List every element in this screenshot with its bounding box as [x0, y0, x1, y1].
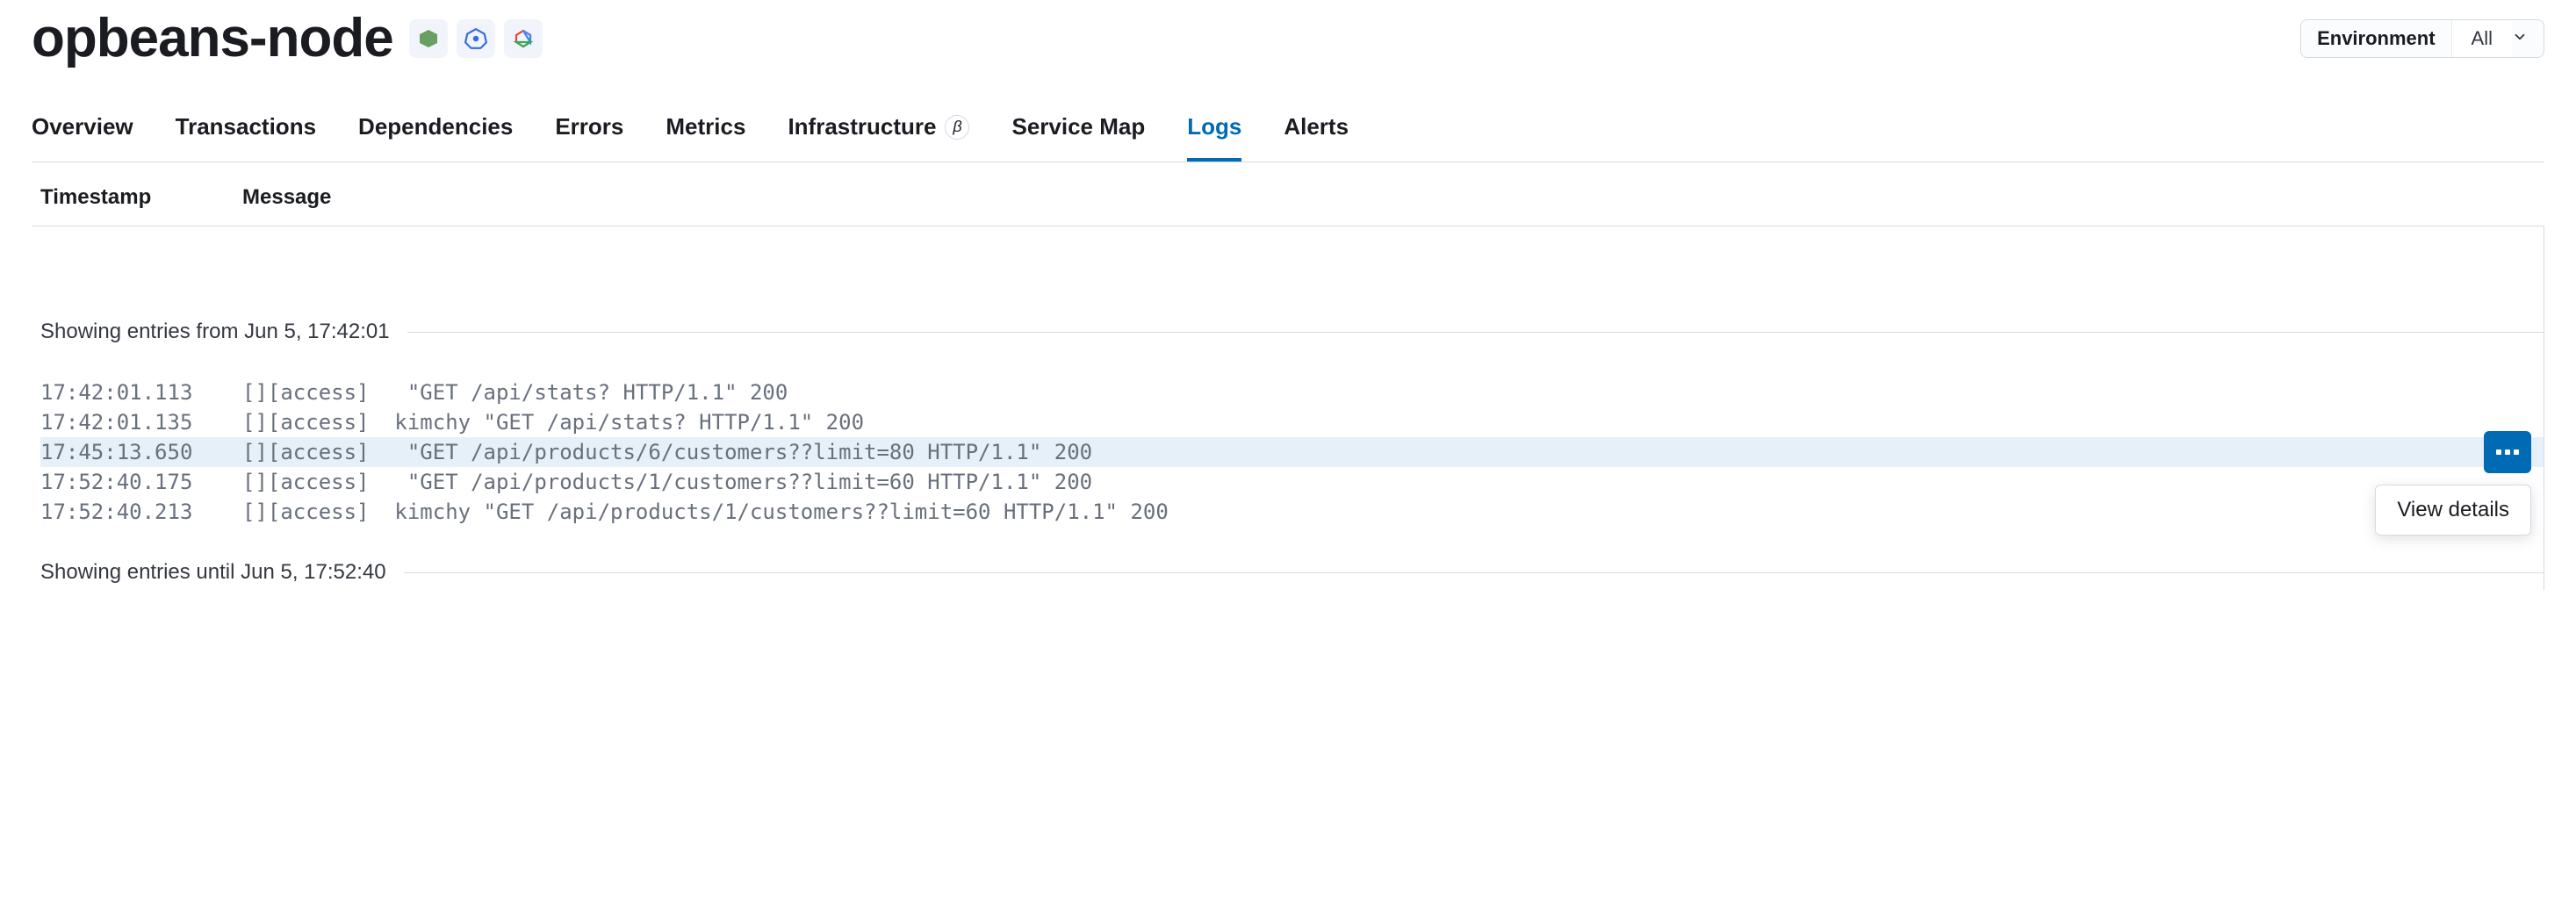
- gcp-icon: [504, 19, 543, 58]
- col-timestamp: Timestamp: [40, 185, 242, 210]
- log-timestamp: 17:42:01.113: [40, 380, 242, 405]
- tab-infrastructure[interactable]: Infrastructureβ: [788, 113, 969, 162]
- tab-errors[interactable]: Errors: [555, 113, 623, 162]
- col-message: Message: [242, 185, 331, 210]
- chevron-down-icon: [2512, 27, 2544, 50]
- tab-transactions[interactable]: Transactions: [176, 113, 316, 162]
- log-columns: Timestamp Message: [32, 162, 2544, 226]
- log-message: [][access] "GET /api/products/1/customer…: [242, 470, 2544, 494]
- log-message: [][access] "GET /api/stats? HTTP/1.1" 20…: [242, 380, 2544, 405]
- log-timestamp: 17:42:01.135: [40, 410, 242, 435]
- environment-label: Environment: [2301, 20, 2451, 57]
- nodejs-icon: [409, 19, 448, 58]
- beta-badge: β: [945, 115, 969, 140]
- tab-dependencies[interactable]: Dependencies: [358, 113, 513, 162]
- log-timestamp: 17:52:40.213: [40, 500, 242, 524]
- logs-panel: Showing entries from Jun 5, 17:42:01 17:…: [32, 226, 2544, 590]
- page-title: opbeans-node: [32, 7, 393, 69]
- tab-logs[interactable]: Logs: [1187, 113, 1241, 162]
- log-row[interactable]: 17:42:01.113 [][access] "GET /api/stats?…: [40, 378, 2544, 407]
- entries-until: Showing entries until Jun 5, 17:52:40: [32, 555, 2544, 590]
- log-message: [][access] kimchy "GET /api/stats? HTTP/…: [242, 410, 2544, 435]
- log-timestamp: 17:45:13.650: [40, 440, 242, 464]
- log-timestamp: 17:52:40.175: [40, 470, 242, 494]
- log-row[interactable]: 17:42:01.135 [][access] kimchy "GET /api…: [40, 407, 2544, 437]
- dots-icon: [2496, 449, 2501, 455]
- kubernetes-icon: [457, 19, 495, 58]
- dots-icon: [2514, 449, 2519, 455]
- log-rows: 17:42:01.113 [][access] "GET /api/stats?…: [32, 349, 2544, 555]
- dots-icon: [2505, 449, 2510, 455]
- log-row[interactable]: 17:52:40.213 [][access] kimchy "GET /api…: [40, 497, 2544, 527]
- header: opbeans-node Environment All: [32, 7, 2544, 87]
- environment-select[interactable]: Environment All: [2300, 19, 2544, 58]
- log-message: [][access] "GET /api/products/6/customer…: [242, 440, 2544, 464]
- log-message: [][access] kimchy "GET /api/products/1/c…: [242, 500, 2544, 524]
- log-row[interactable]: 17:52:40.175 [][access] "GET /api/produc…: [40, 467, 2544, 497]
- tabs: Overview Transactions Dependencies Error…: [32, 87, 2544, 162]
- entries-from: Showing entries from Jun 5, 17:42:01: [32, 314, 2544, 349]
- divider: [407, 332, 2544, 333]
- tab-metrics[interactable]: Metrics: [666, 113, 745, 162]
- tab-alerts[interactable]: Alerts: [1284, 113, 1349, 162]
- environment-value: All: [2452, 20, 2512, 57]
- tab-service-map[interactable]: Service Map: [1011, 113, 1145, 162]
- tab-overview[interactable]: Overview: [32, 113, 133, 162]
- divider: [404, 572, 2544, 573]
- title-group: opbeans-node: [32, 7, 543, 69]
- service-icons: [409, 19, 543, 58]
- log-row[interactable]: 17:45:13.650 [][access] "GET /api/produc…: [40, 437, 2544, 467]
